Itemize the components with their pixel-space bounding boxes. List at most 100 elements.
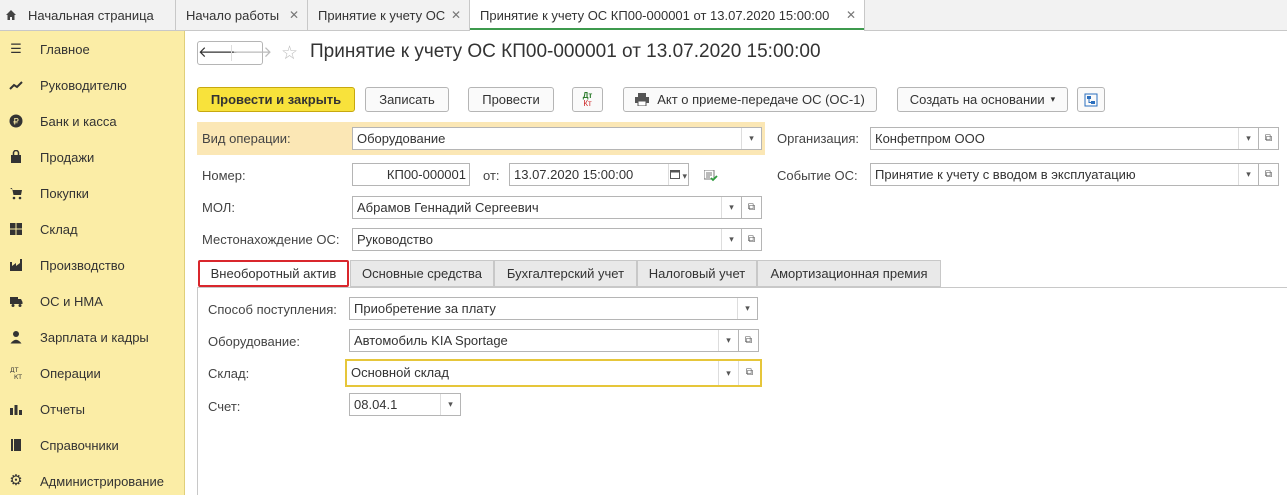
chevron-down-icon[interactable]: [1238, 164, 1258, 185]
print-icon: [635, 93, 650, 106]
bag-icon: [11, 150, 21, 163]
sidebar-item-sklad[interactable]: Склад: [0, 211, 185, 247]
tab-divider: [197, 287, 1287, 288]
chevron-down-icon: ▾: [1050, 94, 1056, 104]
source-field[interactable]: Приобретение за плату: [349, 297, 758, 320]
open-icon[interactable]: ⧉: [739, 329, 759, 352]
svg-text:КТ: КТ: [14, 374, 22, 380]
date-label: от:: [483, 168, 500, 183]
act-os1-label: Акт о приеме-передаче ОС (ОС-1): [657, 92, 865, 107]
close-icon[interactable]: ✕: [451, 8, 461, 22]
operation-type-label: Вид операции:: [202, 131, 291, 146]
sidebar-item-proizvodstvo[interactable]: Производство: [0, 247, 185, 283]
account-field[interactable]: 08.04.1: [349, 393, 461, 416]
sidebar-item-label: Зарплата и кадры: [40, 329, 149, 345]
chevron-down-icon[interactable]: [721, 229, 741, 250]
number-field[interactable]: КП00-000001: [352, 163, 470, 186]
sidebar-item-bank[interactable]: ₽ Банк и касса: [0, 103, 185, 139]
tab-panel-border: [197, 287, 198, 495]
dt-kt-button[interactable]: Дт Кт: [572, 87, 603, 112]
tab-osnovnye-sredstva[interactable]: Основные средства: [350, 260, 494, 287]
sidebar-item-pokupki[interactable]: Покупки: [0, 175, 185, 211]
sidebar-item-otchety[interactable]: Отчеты: [0, 391, 185, 427]
close-icon[interactable]: ✕: [846, 8, 856, 22]
sidebar-item-label: Производство: [40, 257, 125, 273]
forward-arrow-icon[interactable]: 🡒: [232, 42, 272, 64]
operation-type-field[interactable]: Оборудование: [352, 127, 762, 150]
chevron-down-icon[interactable]: [721, 197, 741, 218]
account-label: Счет:: [208, 399, 241, 414]
event-field[interactable]: Принятие к учету с вводом в эксплуатацию: [870, 163, 1259, 186]
sidebar-item-spravochniki[interactable]: Справочники: [0, 427, 185, 463]
open-icon[interactable]: ⧉: [1259, 127, 1279, 150]
sidebar-item-label: Отчеты: [40, 401, 85, 417]
warehouse-field[interactable]: Основной склад ⧉: [345, 359, 762, 387]
star-icon[interactable]: ☆: [281, 42, 298, 65]
document-form: 🡐 🡒 ☆ Принятие к учету ОС КП00-000001 от…: [186, 31, 1287, 495]
sidebar-item-label: Справочники: [40, 437, 119, 453]
sidebar-item-label: Склад: [40, 221, 78, 237]
tab-nachalo-raboty[interactable]: Начало работы ✕: [176, 0, 308, 31]
tab-document-active[interactable]: Принятие к учету ОС КП00-000001 от 13.07…: [470, 0, 865, 31]
equipment-label: Оборудование:: [208, 334, 301, 349]
dt-kt-icon: ДТКТ: [10, 367, 22, 380]
tab-prinyatie-os[interactable]: Принятие к учету ОС ✕: [308, 0, 470, 31]
tab-home[interactable]: Начальная страница: [0, 0, 176, 31]
sidebar-item-administrirovanie[interactable]: ⚙ Администрирование: [0, 463, 185, 495]
factory-icon: [10, 259, 22, 271]
chevron-down-icon[interactable]: [718, 330, 738, 351]
structure-button[interactable]: [1077, 87, 1105, 112]
post-and-close-button[interactable]: Провести и закрыть: [197, 87, 355, 112]
sidebar-item-label: Администрирование: [40, 473, 164, 489]
tab-amortizacionnaya-premiya[interactable]: Амортизационная премия: [757, 260, 941, 287]
mol-field[interactable]: Абрамов Геннадий Сергеевич: [352, 196, 742, 219]
save-button[interactable]: Записать: [365, 87, 449, 112]
act-os1-button[interactable]: Акт о приеме-передаче ОС (ОС-1): [623, 87, 877, 112]
sidebar-item-label: Продажи: [40, 149, 95, 165]
create-based-button[interactable]: Создать на основании ▾: [897, 87, 1068, 112]
trend-icon: [9, 81, 23, 90]
tab-nalogovy-uchet[interactable]: Налоговый учет: [637, 260, 757, 287]
location-field[interactable]: Руководство: [352, 228, 742, 251]
sidebar-item-os-nma[interactable]: ОС и НМА: [0, 283, 185, 319]
chevron-down-icon[interactable]: [737, 298, 757, 319]
event-label: Событие ОС:: [777, 168, 858, 183]
close-icon[interactable]: ✕: [289, 8, 299, 22]
sidebar-item-rukovoditelyu[interactable]: Руководителю: [0, 67, 185, 103]
nav-buttons: 🡐 🡒: [197, 41, 272, 65]
open-icon[interactable]: ⧉: [742, 196, 762, 219]
chevron-down-icon[interactable]: [718, 361, 738, 385]
sidebar-item-prodazhi[interactable]: Продажи: [0, 139, 185, 175]
tab-label: Принятие к учету ОС: [318, 8, 446, 23]
organization-field[interactable]: Конфетпром ООО: [870, 127, 1259, 150]
sidebar: ☰ Главное Руководителю ₽ Банк и касса Пр…: [0, 31, 185, 495]
sidebar-item-glavnoe[interactable]: ☰ Главное: [0, 31, 185, 67]
open-icon[interactable]: ⧉: [1259, 163, 1279, 186]
tab-vneoborotny-aktiv[interactable]: Внеоборотный актив: [198, 260, 349, 287]
truck-icon: [10, 297, 23, 307]
sidebar-item-label: Операции: [40, 365, 101, 381]
gear-icon: ⚙: [9, 472, 23, 489]
tab-buhgaltersky-uchet[interactable]: Бухгалтерский учет: [494, 260, 637, 287]
equipment-field[interactable]: Автомобиль KIA Sportage: [349, 329, 739, 352]
calendar-icon[interactable]: [668, 164, 688, 185]
bar-chart-icon: [10, 405, 22, 415]
chevron-down-icon[interactable]: [741, 128, 761, 149]
chevron-down-icon[interactable]: [1238, 128, 1258, 149]
menu-icon: ☰: [10, 41, 22, 56]
sidebar-item-label: ОС и НМА: [40, 293, 103, 309]
dt-kt-icon: Дт Кт: [582, 90, 593, 108]
create-based-label: Создать на основании: [909, 92, 1045, 107]
date-field[interactable]: 13.07.2020 15:00:00: [509, 163, 689, 186]
chevron-down-icon[interactable]: [440, 394, 460, 415]
sidebar-item-zarplata[interactable]: Зарплата и кадры: [0, 319, 185, 355]
number-label: Номер:: [202, 168, 246, 183]
open-icon[interactable]: ⧉: [738, 361, 760, 385]
post-button[interactable]: Провести: [468, 87, 554, 112]
sidebar-item-label: Покупки: [40, 185, 89, 201]
open-icon[interactable]: ⧉: [742, 228, 762, 251]
warehouse-icon: [10, 223, 22, 235]
back-arrow-icon[interactable]: 🡐: [198, 42, 238, 64]
mol-label: МОЛ:: [202, 200, 235, 215]
sidebar-item-operacii[interactable]: ДТ КТ Операции: [0, 355, 185, 391]
